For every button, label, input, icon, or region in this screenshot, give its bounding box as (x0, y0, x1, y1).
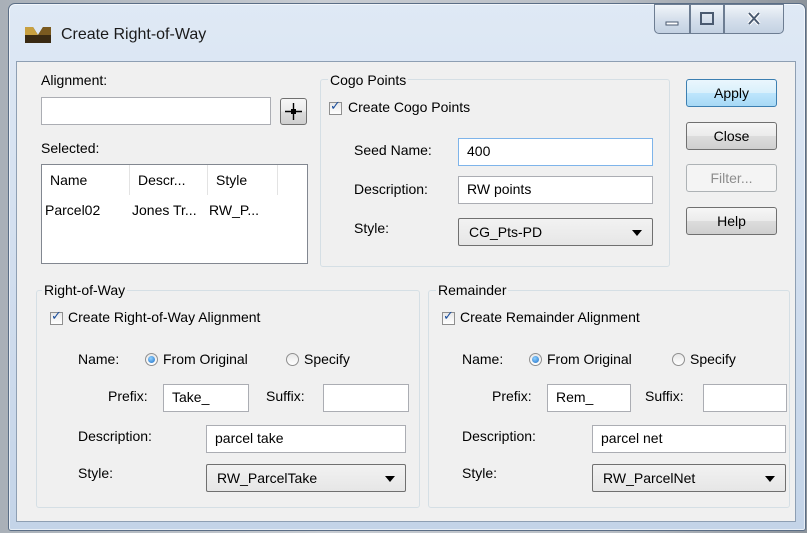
maximize-icon (700, 12, 714, 25)
minimize-button[interactable] (654, 4, 690, 34)
row-style-select[interactable]: RW_ParcelTake (206, 464, 406, 492)
close-button[interactable]: Close (686, 122, 777, 150)
row-style-cell: RW_P... (209, 202, 260, 218)
remainder-group-title: Remainder (436, 282, 509, 298)
cogo-style-value: CG_Pts-PD (469, 224, 543, 240)
row-description-input[interactable]: parcel take (206, 425, 406, 453)
cogo-style-label: Style: (354, 220, 390, 236)
rem-style-select[interactable]: RW_ParcelNet (592, 464, 786, 492)
close-window-button[interactable] (724, 4, 784, 34)
rem-description-label: Description: (462, 428, 536, 444)
seed-name-label: Seed Name: (354, 142, 432, 158)
row-description-cell: Jones Tr... (132, 202, 197, 218)
maximize-button[interactable] (690, 4, 724, 34)
window-title: Create Right-of-Way (61, 26, 207, 43)
column-header-description[interactable]: Descr... (130, 165, 208, 195)
row-from-original-radio[interactable] (145, 353, 158, 366)
minimize-icon (665, 21, 679, 26)
cogo-description-label: Description: (354, 181, 428, 197)
rem-suffix-input[interactable] (703, 384, 787, 412)
rem-from-original-label: From Original (547, 351, 632, 367)
cogo-points-group-title: Cogo Points (328, 72, 409, 88)
row-prefix-input[interactable]: Take_ (163, 384, 249, 412)
rem-specify-label: Specify (690, 351, 736, 367)
apply-button[interactable]: Apply (686, 79, 777, 107)
rem-style-label: Style: (462, 465, 498, 481)
row-prefix-label: Prefix: (108, 388, 148, 404)
alignment-label: Alignment: (41, 72, 108, 88)
rem-prefix-input[interactable]: Rem_ (547, 384, 631, 412)
row-description-label: Description: (78, 428, 152, 444)
cogo-style-select[interactable]: CG_Pts-PD (458, 218, 653, 246)
row-style-label: Style: (78, 465, 114, 481)
close-icon (747, 11, 761, 26)
row-suffix-input[interactable] (323, 384, 409, 412)
app-icon (25, 27, 51, 43)
chevron-down-icon (632, 230, 642, 236)
table-row[interactable]: Parcel02 Jones Tr... RW_P... (42, 199, 307, 221)
column-header-style[interactable]: Style (208, 165, 278, 195)
alignment-input[interactable] (41, 97, 271, 125)
row-specify-radio[interactable] (286, 353, 299, 366)
create-right-of-way-label: Create Right-of-Way Alignment (68, 309, 261, 325)
crosshair-icon (285, 103, 302, 120)
create-remainder-checkbox[interactable] (442, 309, 455, 325)
row-style-value: RW_ParcelTake (217, 470, 318, 486)
chevron-down-icon (385, 476, 395, 482)
row-from-original-label: From Original (163, 351, 248, 367)
create-cogo-points-label: Create Cogo Points (348, 99, 471, 115)
filter-button[interactable]: Filter... (686, 164, 777, 192)
rem-prefix-label: Prefix: (492, 388, 532, 404)
rem-from-original-radio[interactable] (529, 353, 542, 366)
create-cogo-points-checkbox[interactable] (329, 99, 342, 115)
cogo-description-input[interactable]: RW points (458, 176, 653, 204)
row-name-cell: Parcel02 (45, 202, 101, 218)
chevron-down-icon (765, 476, 775, 482)
pick-alignment-button[interactable] (280, 98, 307, 125)
right-of-way-group-title: Right-of-Way (42, 282, 128, 298)
row-specify-label: Specify (304, 351, 350, 367)
rem-description-input[interactable]: parcel net (592, 425, 786, 453)
dialog-client-area: Alignment: Selected: Name Descr... Style… (16, 61, 796, 522)
seed-name-input[interactable]: 400 (458, 138, 653, 166)
column-header-filler (278, 165, 307, 195)
selected-list[interactable]: Name Descr... Style Parcel02 Jones Tr...… (41, 164, 308, 264)
create-remainder-label: Create Remainder Alignment (460, 309, 640, 325)
rem-style-value: RW_ParcelNet (603, 470, 696, 486)
create-right-of-way-dialog: Create Right-of-Way Alignment: Selected: (8, 3, 806, 531)
help-button[interactable]: Help (686, 207, 777, 235)
create-right-of-way-checkbox[interactable] (50, 309, 63, 325)
selected-label: Selected: (41, 140, 100, 156)
row-suffix-label: Suffix: (266, 388, 305, 404)
rem-name-label: Name: (462, 351, 504, 367)
column-header-name[interactable]: Name (42, 165, 130, 195)
row-name-label: Name: (78, 351, 120, 367)
rem-specify-radio[interactable] (672, 353, 685, 366)
title-bar[interactable]: Create Right-of-Way (9, 4, 805, 64)
rem-suffix-label: Suffix: (645, 388, 684, 404)
